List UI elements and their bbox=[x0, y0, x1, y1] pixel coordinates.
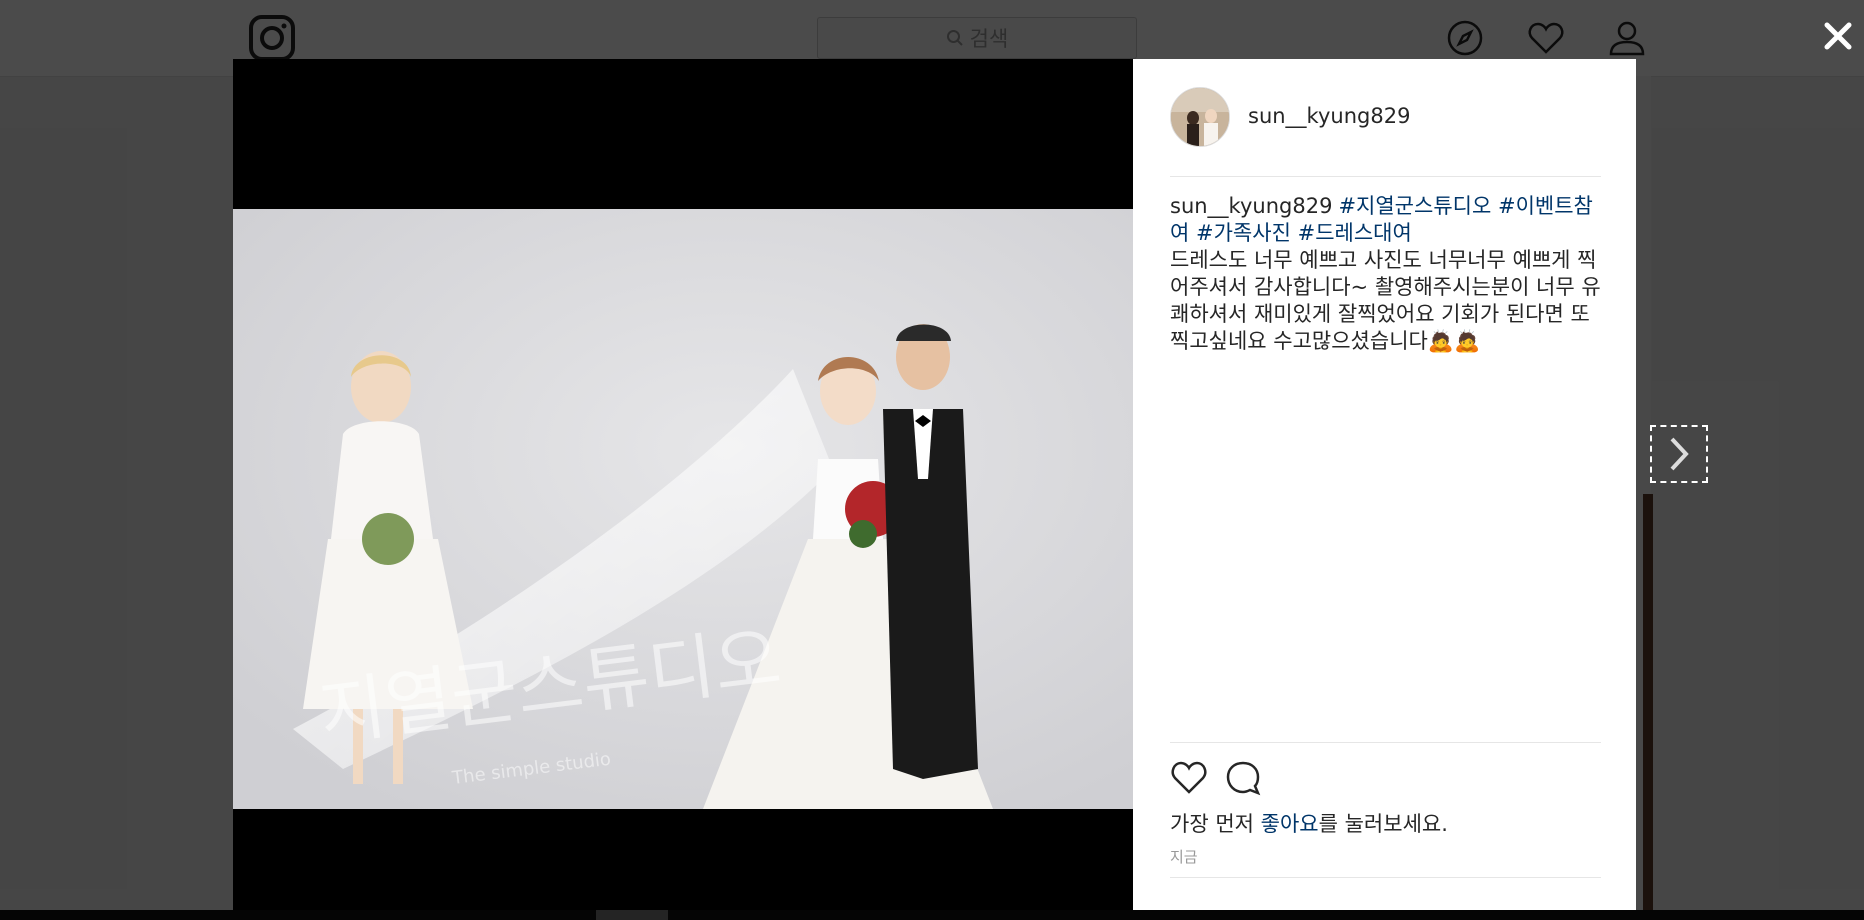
avatar-image bbox=[1171, 88, 1229, 146]
like-link[interactable]: 좋아요 bbox=[1261, 812, 1319, 836]
post-timestamp: 지금 bbox=[1170, 848, 1198, 866]
caption-username[interactable]: sun__kyung829 bbox=[1170, 194, 1332, 218]
chevron-right-icon bbox=[1670, 437, 1689, 471]
hashtag-link[interactable]: #가족사진 bbox=[1196, 221, 1291, 245]
post-details-panel: sun__kyung829 sun__kyung829 #지열군스튜디오 #이벤트… bbox=[1133, 59, 1636, 910]
post-author-username[interactable]: sun__kyung829 bbox=[1248, 104, 1410, 128]
likes-prompt: 가장 먼저 좋아요를 눌러보세요. bbox=[1170, 808, 1448, 838]
hashtag-link[interactable]: #지열군스튜디오 bbox=[1338, 194, 1491, 218]
post-actions bbox=[1170, 759, 1262, 797]
avatar[interactable] bbox=[1170, 87, 1230, 147]
post-media: 지열군스튜디오 The simple studio bbox=[233, 59, 1133, 910]
post-photo[interactable]: 지열군스튜디오 The simple studio bbox=[233, 209, 1133, 809]
caption-text: 드레스도 너무 예쁘고 사진도 너무너무 예쁘게 찍어주셔서 감사합니다~ 촬영… bbox=[1170, 248, 1601, 353]
likes-prefix: 가장 먼저 bbox=[1170, 812, 1261, 836]
post-footer: 가장 먼저 좋아요를 눌러보세요. 지금 bbox=[1170, 742, 1601, 878]
like-heart-icon[interactable] bbox=[1170, 759, 1208, 797]
next-post-button[interactable] bbox=[1650, 425, 1708, 483]
hashtag-link[interactable]: #드레스대여 bbox=[1298, 221, 1412, 245]
comment-icon[interactable] bbox=[1224, 759, 1262, 797]
post-caption: sun__kyung829 #지열군스튜디오 #이벤트참여 #가족사진 #드레스대… bbox=[1170, 193, 1602, 355]
close-icon[interactable] bbox=[1820, 18, 1856, 54]
likes-suffix: 를 눌러보세요. bbox=[1318, 812, 1448, 836]
post-header: sun__kyung829 bbox=[1170, 87, 1601, 177]
post-modal: 지열군스튜디오 The simple studio sun__kyung829 … bbox=[233, 59, 1636, 910]
